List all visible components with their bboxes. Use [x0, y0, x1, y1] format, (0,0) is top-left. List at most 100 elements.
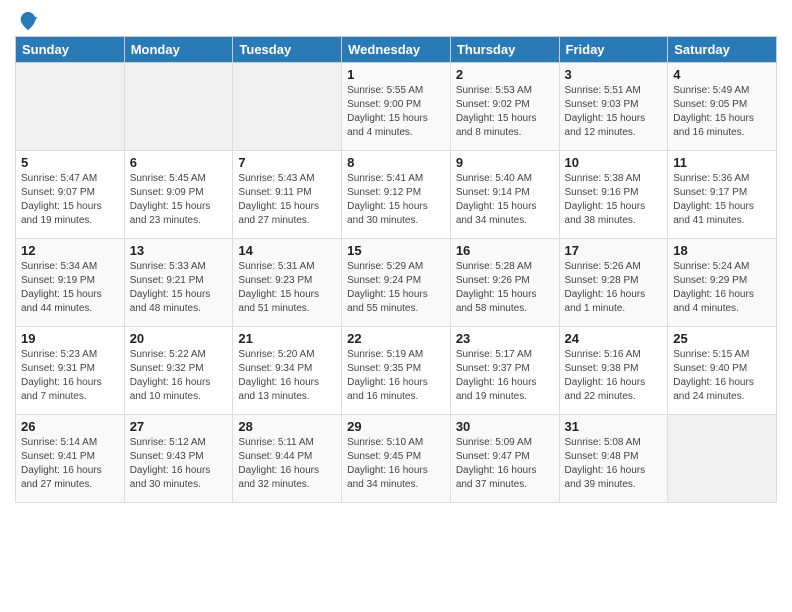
day-info: Sunrise: 5:16 AMSunset: 9:38 PMDaylight:… [565, 348, 663, 404]
day-number: 4 [673, 67, 771, 82]
day-info: Sunrise: 5:17 AMSunset: 9:37 PMDaylight:… [456, 348, 554, 404]
day-number: 8 [347, 155, 445, 170]
day-number: 18 [673, 243, 771, 258]
day-info: Sunrise: 5:51 AMSunset: 9:03 PMDaylight:… [565, 84, 663, 140]
weekday-header-saturday: Saturday [668, 37, 777, 63]
day-number: 17 [565, 243, 663, 258]
calendar-cell: 14 Sunrise: 5:31 AMSunset: 9:23 PMDayligh… [233, 239, 342, 327]
calendar-cell: 2Sunrise: 5:53 AMSunset: 9:02 PMDaylight… [450, 63, 559, 151]
day-info: Sunrise: 5:11 AMSunset: 9:44 PMDaylight:… [238, 436, 336, 492]
day-info: Sunrise: 5:28 AMSunset: 9:26 PMDaylight:… [456, 260, 554, 316]
calendar-week-row: 26 Sunrise: 5:14 AMSunset: 9:41 PMDayligh… [16, 415, 777, 503]
calendar-cell: 11 Sunrise: 5:36 AMSunset: 9:17 PMDayligh… [668, 151, 777, 239]
weekday-header-friday: Friday [559, 37, 668, 63]
day-number: 11 [673, 155, 771, 170]
calendar-cell: 5 Sunrise: 5:47 AMSunset: 9:07 PMDaylight… [16, 151, 125, 239]
day-number: 31 [565, 419, 663, 434]
day-info: Sunrise: 5:29 AMSunset: 9:24 PMDaylight:… [347, 260, 445, 316]
day-info: Sunrise: 5:10 AMSunset: 9:45 PMDaylight:… [347, 436, 445, 492]
day-info: Sunrise: 5:36 AMSunset: 9:17 PMDaylight:… [673, 172, 771, 228]
day-info: Sunrise: 5:33 AMSunset: 9:21 PMDaylight:… [130, 260, 228, 316]
day-number: 21 [238, 331, 336, 346]
day-number: 5 [21, 155, 119, 170]
day-number: 10 [565, 155, 663, 170]
calendar-cell [668, 415, 777, 503]
day-number: 29 [347, 419, 445, 434]
calendar-cell: 15 Sunrise: 5:29 AMSunset: 9:24 PMDayligh… [342, 239, 451, 327]
calendar-cell: 19 Sunrise: 5:23 AMSunset: 9:31 PMDayligh… [16, 327, 125, 415]
day-info: Sunrise: 5:09 AMSunset: 9:47 PMDaylight:… [456, 436, 554, 492]
calendar-cell: 4 Sunrise: 5:49 AMSunset: 9:05 PMDaylight… [668, 63, 777, 151]
day-number: 27 [130, 419, 228, 434]
calendar-cell: 16 Sunrise: 5:28 AMSunset: 9:26 PMDayligh… [450, 239, 559, 327]
day-number: 13 [130, 243, 228, 258]
calendar-cell: 10 Sunrise: 5:38 AMSunset: 9:16 PMDayligh… [559, 151, 668, 239]
day-number: 25 [673, 331, 771, 346]
calendar-cell: 20 Sunrise: 5:22 AMSunset: 9:32 PMDayligh… [124, 327, 233, 415]
day-number: 14 [238, 243, 336, 258]
calendar-week-row: 5 Sunrise: 5:47 AMSunset: 9:07 PMDaylight… [16, 151, 777, 239]
day-number: 26 [21, 419, 119, 434]
header [15, 10, 777, 28]
calendar-cell: 7 Sunrise: 5:43 AMSunset: 9:11 PMDaylight… [233, 151, 342, 239]
calendar-cell: 12Sunrise: 5:34 AMSunset: 9:19 PMDayligh… [16, 239, 125, 327]
day-number: 6 [130, 155, 228, 170]
day-info: Sunrise: 5:24 AMSunset: 9:29 PMDaylight:… [673, 260, 771, 316]
logo-icon [17, 10, 39, 32]
calendar-cell: 1Sunrise: 5:55 AMSunset: 9:00 PMDaylight… [342, 63, 451, 151]
calendar-week-row: 19 Sunrise: 5:23 AMSunset: 9:31 PMDayligh… [16, 327, 777, 415]
day-info: Sunrise: 5:45 AMSunset: 9:09 PMDaylight:… [130, 172, 228, 228]
day-number: 28 [238, 419, 336, 434]
weekday-header-wednesday: Wednesday [342, 37, 451, 63]
weekday-header-row: SundayMondayTuesdayWednesdayThursdayFrid… [16, 37, 777, 63]
day-info: Sunrise: 5:14 AMSunset: 9:41 PMDaylight:… [21, 436, 119, 492]
calendar-cell: 28 Sunrise: 5:11 AMSunset: 9:44 PMDayligh… [233, 415, 342, 503]
day-number: 7 [238, 155, 336, 170]
calendar-cell: 13 Sunrise: 5:33 AMSunset: 9:21 PMDayligh… [124, 239, 233, 327]
day-number: 22 [347, 331, 445, 346]
calendar-cell: 29 Sunrise: 5:10 AMSunset: 9:45 PMDayligh… [342, 415, 451, 503]
day-info: Sunrise: 5:12 AMSunset: 9:43 PMDaylight:… [130, 436, 228, 492]
day-info: Sunrise: 5:08 AMSunset: 9:48 PMDaylight:… [565, 436, 663, 492]
calendar-cell: 30Sunrise: 5:09 AMSunset: 9:47 PMDayligh… [450, 415, 559, 503]
day-info: Sunrise: 5:40 AMSunset: 9:14 PMDaylight:… [456, 172, 554, 228]
day-info: Sunrise: 5:38 AMSunset: 9:16 PMDaylight:… [565, 172, 663, 228]
day-number: 16 [456, 243, 554, 258]
calendar-cell: 18 Sunrise: 5:24 AMSunset: 9:29 PMDayligh… [668, 239, 777, 327]
calendar-cell: 25Sunrise: 5:15 AMSunset: 9:40 PMDayligh… [668, 327, 777, 415]
day-info: Sunrise: 5:47 AMSunset: 9:07 PMDaylight:… [21, 172, 119, 228]
calendar-cell: 27 Sunrise: 5:12 AMSunset: 9:43 PMDayligh… [124, 415, 233, 503]
calendar-cell [233, 63, 342, 151]
calendar-cell: 9 Sunrise: 5:40 AMSunset: 9:14 PMDaylight… [450, 151, 559, 239]
logo [15, 10, 39, 28]
weekday-header-sunday: Sunday [16, 37, 125, 63]
calendar-week-row: 12Sunrise: 5:34 AMSunset: 9:19 PMDayligh… [16, 239, 777, 327]
day-number: 20 [130, 331, 228, 346]
calendar-week-row: 1Sunrise: 5:55 AMSunset: 9:00 PMDaylight… [16, 63, 777, 151]
calendar-cell: 31 Sunrise: 5:08 AMSunset: 9:48 PMDayligh… [559, 415, 668, 503]
weekday-header-thursday: Thursday [450, 37, 559, 63]
day-info: Sunrise: 5:26 AMSunset: 9:28 PMDaylight:… [565, 260, 663, 316]
day-number: 19 [21, 331, 119, 346]
calendar-cell: 23Sunrise: 5:17 AMSunset: 9:37 PMDayligh… [450, 327, 559, 415]
weekday-header-tuesday: Tuesday [233, 37, 342, 63]
day-info: Sunrise: 5:31 AMSunset: 9:23 PMDaylight:… [238, 260, 336, 316]
day-info: Sunrise: 5:55 AMSunset: 9:00 PMDaylight:… [347, 84, 445, 140]
calendar-cell: 26 Sunrise: 5:14 AMSunset: 9:41 PMDayligh… [16, 415, 125, 503]
day-number: 12 [21, 243, 119, 258]
day-number: 3 [565, 67, 663, 82]
weekday-header-monday: Monday [124, 37, 233, 63]
day-info: Sunrise: 5:49 AMSunset: 9:05 PMDaylight:… [673, 84, 771, 140]
calendar-cell: 21Sunrise: 5:20 AMSunset: 9:34 PMDayligh… [233, 327, 342, 415]
calendar-cell [124, 63, 233, 151]
page-container: SundayMondayTuesdayWednesdayThursdayFrid… [0, 0, 792, 513]
day-info: Sunrise: 5:23 AMSunset: 9:31 PMDaylight:… [21, 348, 119, 404]
day-number: 15 [347, 243, 445, 258]
day-info: Sunrise: 5:43 AMSunset: 9:11 PMDaylight:… [238, 172, 336, 228]
calendar-cell: 8 Sunrise: 5:41 AMSunset: 9:12 PMDaylight… [342, 151, 451, 239]
day-info: Sunrise: 5:22 AMSunset: 9:32 PMDaylight:… [130, 348, 228, 404]
day-info: Sunrise: 5:41 AMSunset: 9:12 PMDaylight:… [347, 172, 445, 228]
day-number: 9 [456, 155, 554, 170]
calendar-cell [16, 63, 125, 151]
day-info: Sunrise: 5:53 AMSunset: 9:02 PMDaylight:… [456, 84, 554, 140]
